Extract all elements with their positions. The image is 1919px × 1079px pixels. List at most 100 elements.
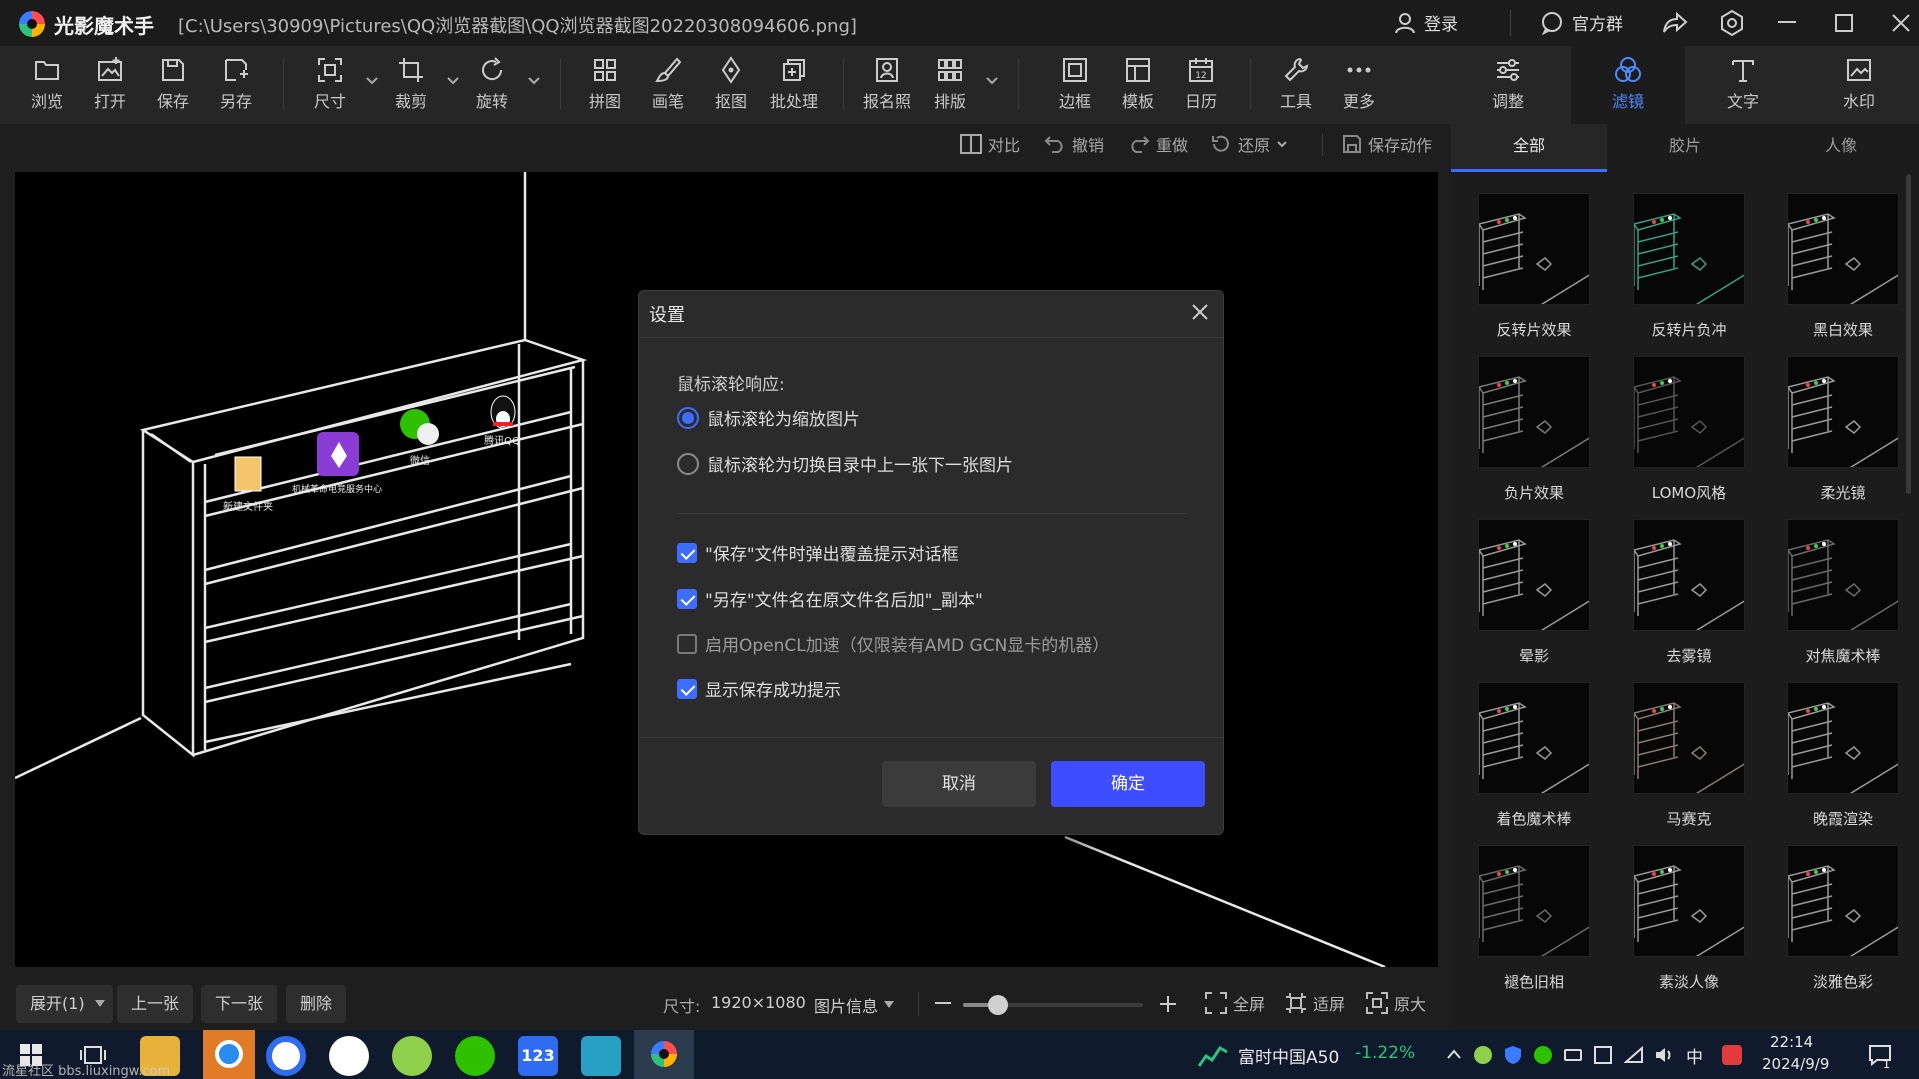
filter-card[interactable]: 马赛克 (1633, 682, 1745, 828)
battery-icon[interactable] (1564, 1049, 1582, 1061)
filter-card[interactable]: 去雾镜 (1633, 519, 1745, 665)
share-icon[interactable] (1662, 11, 1688, 35)
qq-browser-icon[interactable] (203, 1030, 255, 1079)
123-pan-icon[interactable]: 123 (518, 1036, 558, 1076)
login-button[interactable]: 登录 (1394, 10, 1458, 35)
open-button[interactable]: 打开 (85, 56, 135, 120)
cancel-button[interactable]: 取消 (882, 761, 1036, 807)
filter-card[interactable]: 晕影 (1478, 519, 1590, 665)
filter-card[interactable]: 着色魔术棒 (1478, 682, 1590, 828)
checkbox-opencl[interactable]: 启用OpenCL加速（仅限装有AMD GCN显卡的机器） (677, 631, 1109, 656)
browser-icon[interactable] (266, 1036, 306, 1076)
filter-card[interactable]: 淡雅色彩 (1787, 845, 1899, 991)
prev-image-button[interactable]: 上一张 (117, 985, 194, 1023)
chevron-down-icon[interactable] (527, 74, 541, 88)
close-icon[interactable] (1191, 303, 1209, 321)
tray-app-icon[interactable] (1474, 1046, 1492, 1064)
security-shield-icon[interactable] (1504, 1045, 1522, 1065)
original-size-button[interactable]: 原大 (1366, 991, 1426, 1015)
chevron-down-icon[interactable] (446, 74, 460, 88)
adjust-tab[interactable]: 调整 (1483, 56, 1533, 120)
settings-gear-icon[interactable] (1718, 9, 1746, 37)
batch-icon (783, 59, 805, 81)
zoom-slider-handle[interactable] (988, 995, 1008, 1015)
undo-button[interactable]: 撤销 (1044, 132, 1104, 156)
ok-button[interactable]: 确定 (1051, 761, 1205, 807)
volume-icon[interactable] (1654, 1045, 1674, 1065)
chevron-down-icon[interactable] (365, 74, 379, 88)
filter-card[interactable]: 素淡人像 (1633, 845, 1745, 991)
brush-button[interactable]: 画笔 (643, 56, 693, 120)
baidu-netdisk-icon[interactable] (329, 1036, 369, 1076)
filter-card[interactable]: 负片效果 (1478, 356, 1590, 502)
collage-button[interactable]: 拼图 (580, 56, 630, 120)
filter-card[interactable]: 反转片效果 (1478, 193, 1590, 339)
batch-button[interactable]: 批处理 (769, 56, 819, 120)
tab-all[interactable]: 全部 (1451, 124, 1607, 172)
neoimaging-taskbar-item[interactable] (634, 1030, 694, 1079)
border-button[interactable]: 边框 (1050, 56, 1100, 120)
sogou-input-icon[interactable] (1722, 1045, 1742, 1065)
tools-button[interactable]: 工具 (1271, 56, 1321, 120)
filter-card[interactable]: 褪色旧相 (1478, 845, 1590, 991)
delete-button[interactable]: 删除 (286, 985, 347, 1023)
text-tab[interactable]: 文字 (1718, 56, 1768, 120)
id-photo-button[interactable]: 报名照 (862, 56, 912, 120)
fit-screen-button[interactable]: 适屏 (1285, 991, 1345, 1015)
more-button[interactable]: 更多 (1334, 56, 1384, 120)
browse-button[interactable]: 浏览 (22, 56, 72, 120)
display-icon[interactable] (1594, 1046, 1612, 1064)
filter-card[interactable]: 反转片负冲 (1633, 193, 1745, 339)
tray-wechat-icon[interactable] (1534, 1046, 1552, 1064)
checkbox-copy-suffix[interactable]: "另存"文件名在原文件名后加"_副本" (677, 586, 983, 611)
maximize-icon[interactable] (1835, 14, 1853, 32)
save-action-button[interactable]: 保存动作 (1342, 132, 1432, 156)
minimize-icon[interactable] (1778, 21, 1796, 25)
rotate-button[interactable]: 旋转 (467, 56, 517, 120)
checkbox-save-tip[interactable]: 显示保存成功提示 (677, 676, 841, 701)
watermark-tab[interactable]: 水印 (1834, 56, 1884, 120)
filter-card[interactable]: 柔光镜 (1787, 356, 1899, 502)
tab-film[interactable]: 胶片 (1607, 124, 1763, 172)
tab-portrait[interactable]: 人像 (1763, 124, 1919, 172)
filter-card[interactable]: 对焦魔术棒 (1787, 519, 1899, 665)
close-window-icon[interactable] (1892, 14, 1910, 32)
wechat-icon[interactable] (455, 1036, 495, 1076)
archive-icon[interactable] (581, 1036, 621, 1076)
filter-tab[interactable]: 滤镜 (1603, 56, 1653, 120)
stock-name[interactable]: 富时中国A50 (1238, 1043, 1339, 1068)
radio-wheel-switch[interactable]: 鼠标滚轮为切换目录中上一张下一张图片 (677, 451, 1013, 476)
wifi-icon[interactable] (1624, 1046, 1644, 1064)
redo-button[interactable]: 重做 (1128, 132, 1188, 156)
chevron-up-icon[interactable] (1446, 1048, 1462, 1060)
layout-button[interactable]: 排版 (925, 56, 975, 120)
fullscreen-button[interactable]: 全屏 (1205, 991, 1265, 1015)
scrollbar-thumb[interactable] (1906, 174, 1911, 494)
restore-button[interactable]: 还原 (1210, 132, 1288, 156)
checkbox-overwrite-prompt[interactable]: "保存"文件时弹出覆盖提示对话框 (677, 540, 959, 565)
clock-time[interactable]: 22:14 (1770, 1033, 1813, 1051)
radio-wheel-zoom[interactable]: 鼠标滚轮为缩放图片 (677, 405, 860, 430)
zoom-in-icon[interactable] (1160, 996, 1176, 1012)
save-as-button[interactable]: 另存 (211, 56, 261, 120)
crop-button[interactable]: 裁剪 (386, 56, 436, 120)
filter-card[interactable]: LOMO风格 (1633, 356, 1745, 502)
next-image-button[interactable]: 下一张 (201, 985, 278, 1023)
ime-indicator[interactable]: 中 (1686, 1043, 1703, 1068)
save-button[interactable]: 保存 (148, 56, 198, 120)
filter-card[interactable]: 黑白效果 (1787, 193, 1899, 339)
expand-dropdown[interactable]: 展开(1) (16, 985, 113, 1023)
app-icon[interactable] (392, 1036, 432, 1076)
compare-button[interactable]: 对比 (960, 132, 1020, 156)
save-label: 保存 (156, 92, 189, 111)
chevron-down-icon[interactable] (985, 74, 999, 88)
calendar-button[interactable]: 12 日历 (1176, 56, 1226, 120)
image-info-dropdown[interactable]: 图片信息 (814, 993, 895, 1017)
template-button[interactable]: 模板 (1113, 56, 1163, 120)
official-group-button[interactable]: 官方群 (1540, 10, 1623, 35)
filter-card[interactable]: 晚霞渲染 (1787, 682, 1899, 828)
cutout-button[interactable]: 抠图 (706, 56, 756, 120)
clock-date[interactable]: 2024/9/9 (1762, 1055, 1829, 1073)
zoom-out-icon[interactable] (935, 1002, 951, 1006)
size-button[interactable]: 尺寸 (305, 56, 355, 120)
